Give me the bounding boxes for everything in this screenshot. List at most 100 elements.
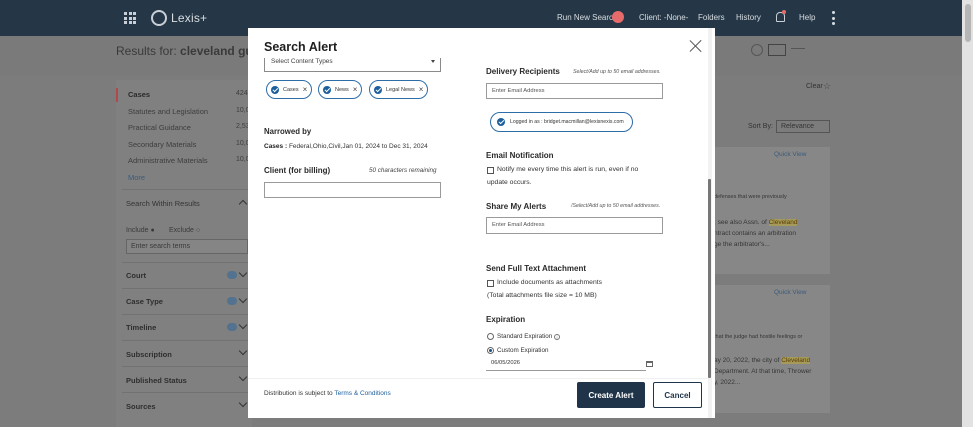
narrowed-by-text: Cases : Federal,Ohio,Civil,Jan 01, 2024 … — [264, 143, 428, 150]
page-scrollbar-thumb[interactable] — [965, 4, 971, 42]
share-alerts-hint: /Select/Add up to 50 email addresses. — [571, 203, 661, 209]
cancel-button[interactable]: Cancel — [653, 382, 702, 408]
chip-label: Legal News — [386, 86, 415, 93]
new-search-icon[interactable] — [612, 11, 624, 23]
divider — [122, 189, 250, 190]
notify-text: Notify me every time this alert is run, … — [497, 166, 639, 173]
category-practical-guidance[interactable]: Practical Guidance — [128, 123, 191, 132]
delivery-recipients-label: Delivery Recipients — [486, 67, 560, 76]
content-types-select[interactable]: Select Content Types — [264, 58, 441, 72]
collapse-chevron-icon[interactable] — [238, 199, 248, 209]
compact-view-icon[interactable] — [791, 48, 805, 49]
divider — [122, 314, 250, 315]
quick-view-link[interactable]: Quick View — [774, 289, 806, 296]
sort-by-label: Sort By: — [748, 123, 773, 130]
chevron-down-icon[interactable] — [238, 346, 248, 356]
filter-badge — [227, 323, 237, 331]
search-highlight: Cleveland — [781, 357, 811, 364]
include-radio[interactable]: Include ● — [126, 227, 155, 234]
custom-expiration-radio[interactable] — [487, 347, 494, 354]
sort-select[interactable]: Relevance — [776, 120, 830, 133]
content-type-chip-news[interactable]: News × — [318, 80, 363, 99]
category-administrative-materials[interactable]: Administrative Materials — [128, 156, 208, 165]
search-within-input[interactable]: Enter search terms — [126, 239, 248, 254]
more-menu-icon[interactable] — [832, 11, 835, 25]
nav-client[interactable]: Client: -None- — [639, 13, 688, 22]
filter-published-status[interactable]: Published Status — [126, 376, 187, 385]
app-grid-icon[interactable] — [124, 12, 136, 24]
logged-in-recipient-chip[interactable]: Logged in as : bridget.macmillan@lexisne… — [490, 112, 633, 132]
filter-subscription[interactable]: Subscription — [126, 350, 172, 359]
nav-run-new-search[interactable]: Run New Search — [557, 13, 617, 22]
content-types-placeholder: Select Content Types — [271, 58, 333, 65]
share-email-input[interactable]: Enter Email Address — [486, 217, 663, 234]
filter-court[interactable]: Court — [126, 271, 146, 280]
chevron-down-icon[interactable] — [238, 372, 248, 382]
snippet-text: ay 20, 2022, the city of — [714, 357, 782, 364]
chevron-down-icon — [431, 60, 435, 63]
content-type-chip-legal-news[interactable]: Legal News × — [369, 80, 429, 99]
snippet-line: ay 20, 2022, the city of Cleveland — [714, 357, 811, 364]
star-icon[interactable]: ☆ — [823, 81, 831, 92]
lexis-logo-icon — [151, 10, 167, 26]
divider — [122, 340, 250, 341]
app-logo-text[interactable]: Lexis+ — [171, 11, 207, 25]
include-documents-label: Include documents as attachments — [497, 279, 603, 286]
clear-link[interactable]: Clear — [806, 83, 823, 90]
nav-help[interactable]: Help — [799, 13, 815, 22]
exclude-radio[interactable]: Exclude ○ — [169, 227, 200, 234]
more-categories-link[interactable]: More — [128, 173, 145, 182]
filter-sources[interactable]: Sources — [126, 402, 156, 411]
remove-chip-icon[interactable]: × — [303, 85, 308, 94]
standard-expiration-label: Standard Expiration — [497, 333, 553, 340]
standard-expiration-radio[interactable] — [487, 333, 494, 340]
distribution-note: Distribution is subject to Terms & Condi… — [264, 390, 391, 397]
pin-icon[interactable] — [813, 44, 823, 56]
create-alert-button[interactable]: Create Alert — [577, 382, 645, 408]
client-characters-remaining: 50 characters remaining — [369, 167, 437, 174]
chevron-down-icon[interactable] — [238, 294, 248, 304]
logged-in-label: Logged in as : bridget.macmillan@lexisne… — [510, 119, 624, 125]
info-icon[interactable]: i — [554, 334, 560, 340]
result-card[interactable]: Quick View that the judge had hostile fe… — [712, 285, 830, 413]
expiration-date-input[interactable]: 06/05/2026 — [486, 358, 646, 371]
dialog-scrollbar-thumb[interactable] — [708, 179, 711, 378]
nav-folders[interactable]: Folders — [698, 13, 725, 22]
include-documents-checkbox[interactable] — [487, 280, 494, 287]
category-cases[interactable]: Cases — [128, 90, 150, 99]
filter-timeline[interactable]: Timeline — [126, 323, 156, 332]
search-highlight: Cleveland — [768, 219, 798, 226]
notify-text: update occurs. — [487, 179, 532, 186]
content-type-chip-cases[interactable]: Cases × — [266, 80, 313, 99]
close-icon[interactable] — [689, 39, 703, 53]
check-icon — [323, 85, 331, 94]
delivery-email-input[interactable]: Enter Email Address — [486, 83, 663, 99]
remove-chip-icon[interactable]: × — [353, 85, 358, 94]
filter-badge — [227, 297, 237, 305]
chevron-down-icon[interactable] — [238, 398, 248, 408]
snippet-line: ; see also Assn. of Cleveland — [714, 219, 798, 226]
narrowed-by-value: Federal,Ohio,Civil,Jan 01, 2024 to Dec 3… — [288, 143, 428, 150]
page-scrollbar[interactable] — [962, 0, 973, 427]
chevron-down-icon[interactable] — [238, 268, 248, 278]
client-billing-input[interactable] — [264, 182, 441, 198]
narrowed-by-key: Cases : — [264, 143, 288, 150]
timer-icon[interactable] — [751, 44, 763, 56]
chevron-down-icon[interactable] — [238, 320, 248, 330]
category-statutes[interactable]: Statutes and Legislation — [128, 107, 208, 116]
results-prefix: Results for: — [116, 44, 177, 58]
result-card[interactable]: Quick View defenses that were previously… — [712, 147, 830, 274]
filter-badge — [227, 271, 237, 279]
category-count: 424 — [236, 90, 248, 97]
terms-conditions-link[interactable]: Terms & Conditions — [334, 390, 390, 397]
calendar-icon[interactable] — [646, 361, 653, 367]
quick-view-link[interactable]: Quick View — [774, 151, 806, 158]
category-secondary-materials[interactable]: Secondary Materials — [128, 140, 196, 149]
remove-chip-icon[interactable]: × — [419, 85, 424, 94]
check-icon — [374, 85, 382, 94]
nav-history[interactable]: History — [736, 13, 761, 22]
list-view-icon[interactable] — [768, 44, 786, 56]
filter-case-type[interactable]: Case Type — [126, 297, 163, 306]
search-alert-dialog: Search Alert Select Content Types Cases … — [248, 28, 715, 418]
notify-checkbox[interactable] — [487, 167, 494, 174]
